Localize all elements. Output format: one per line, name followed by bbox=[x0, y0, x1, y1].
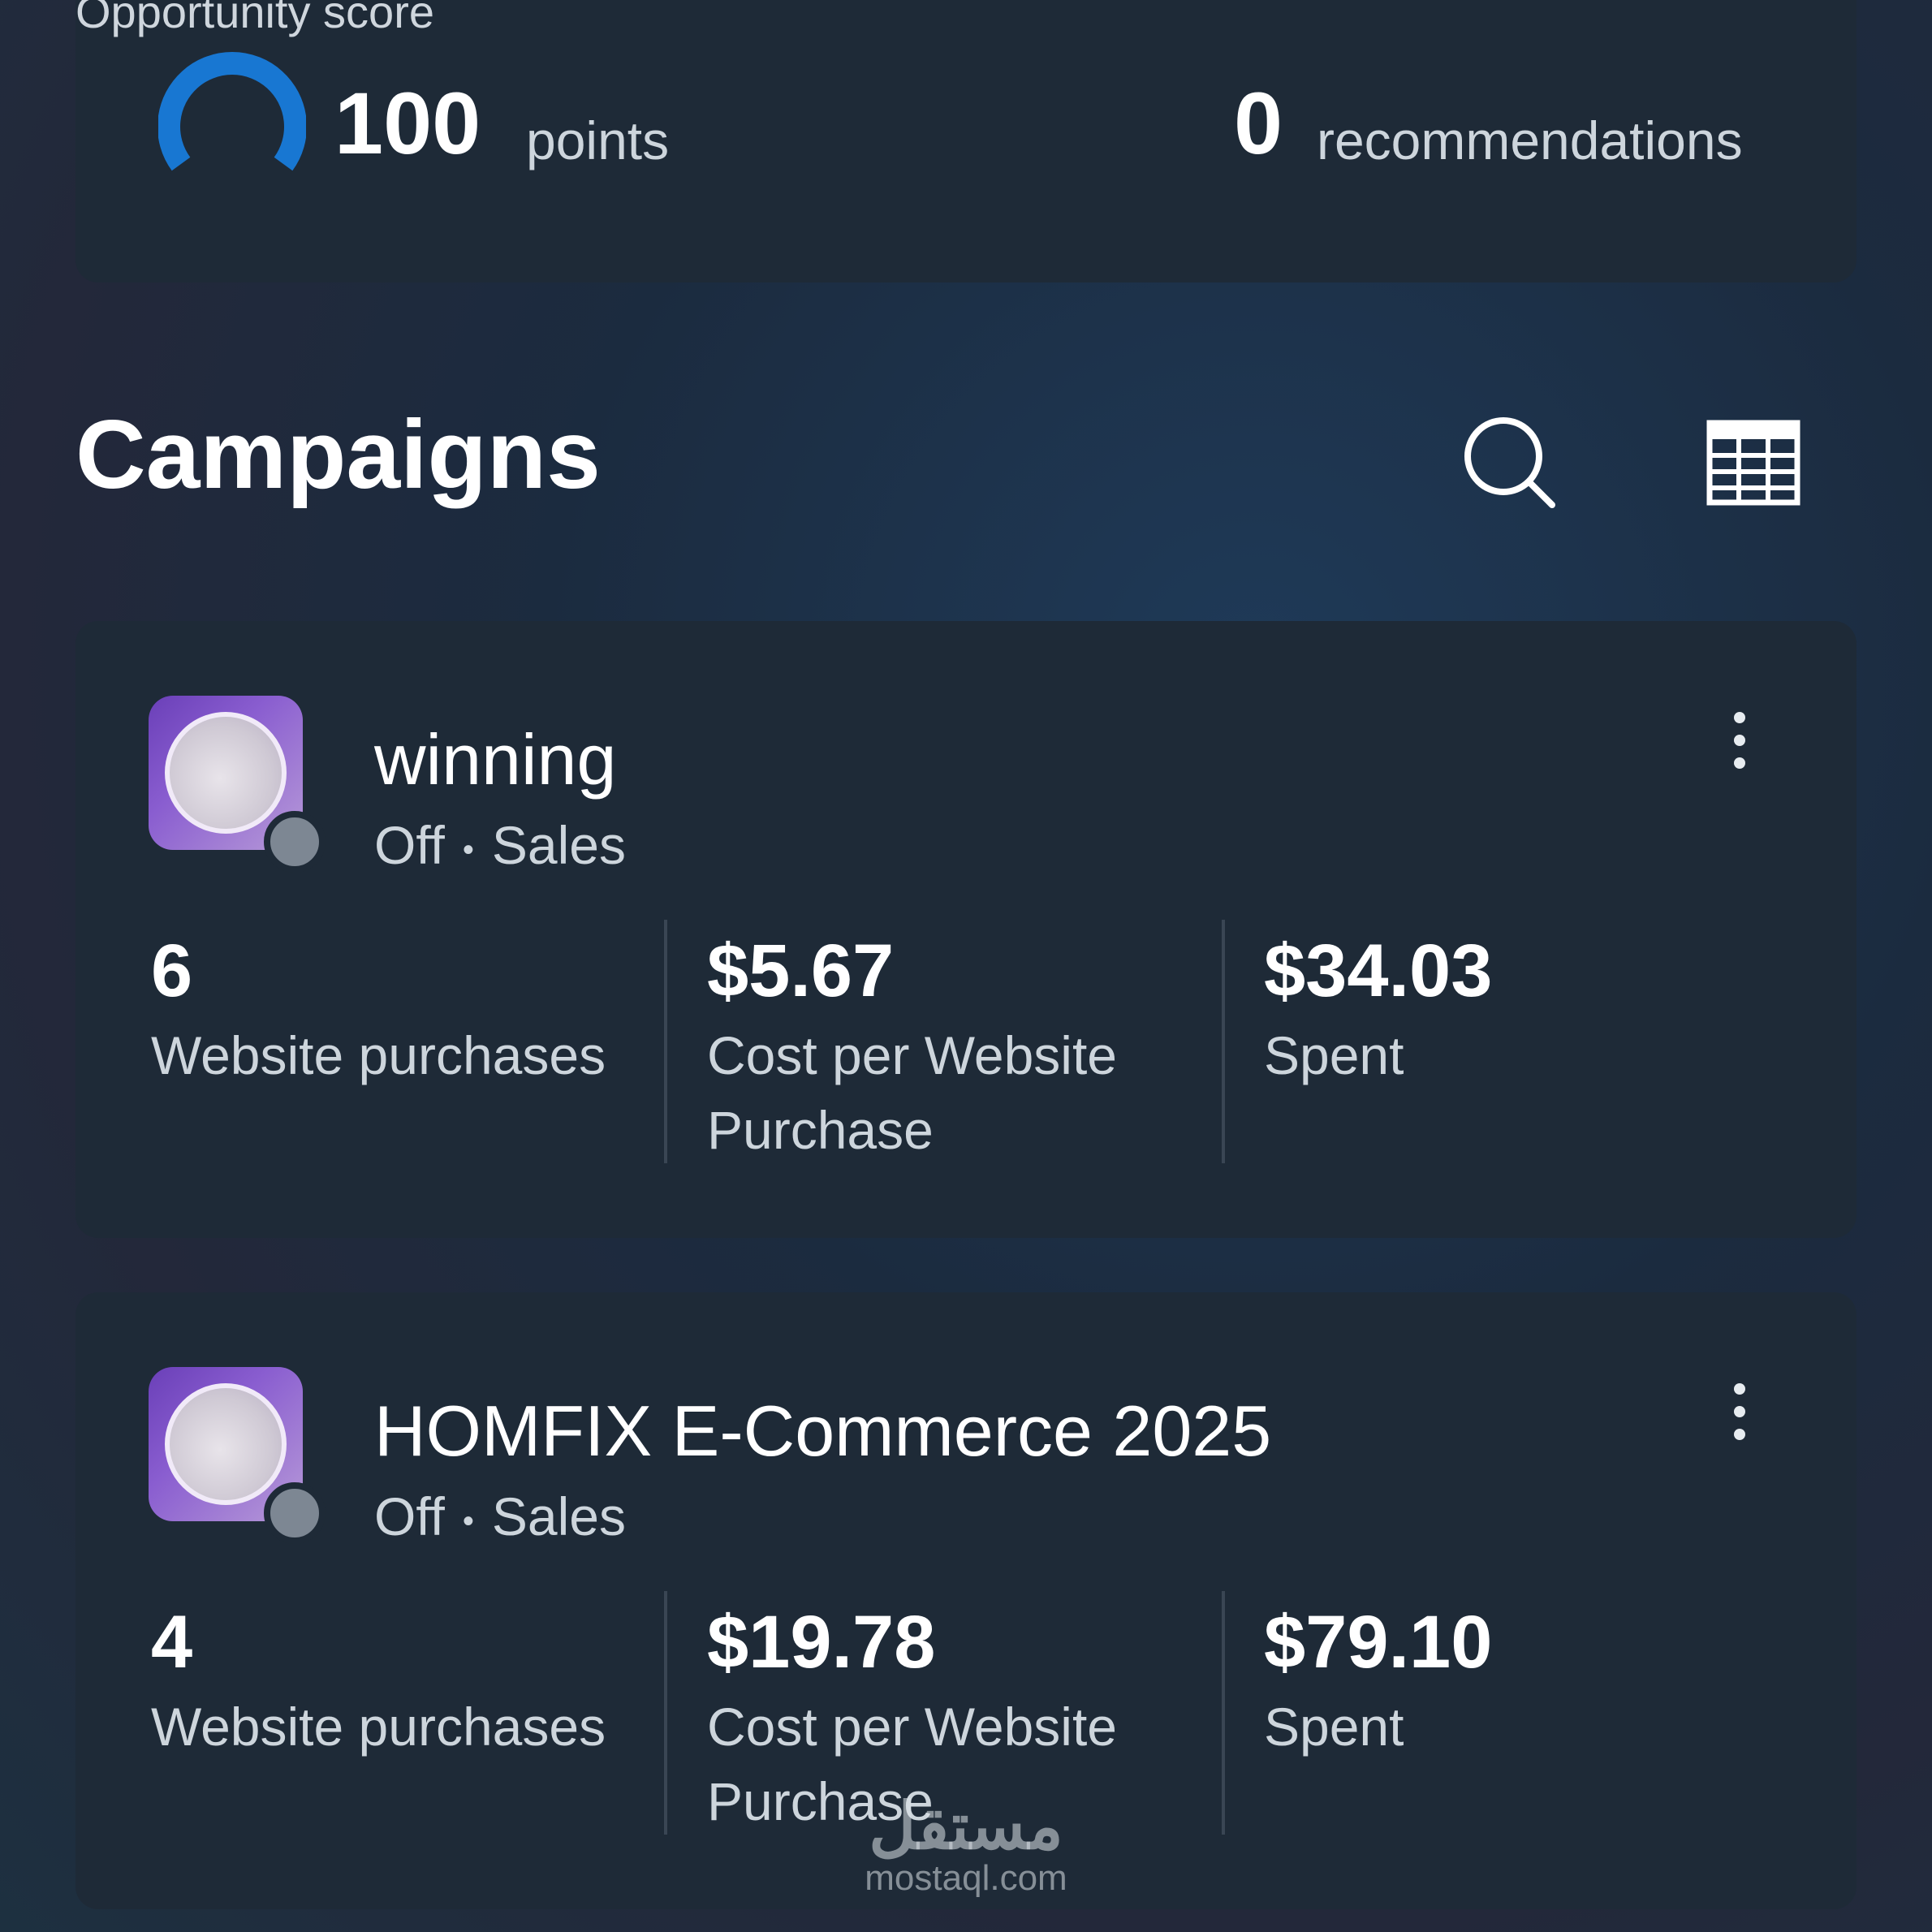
opportunity-score-label: Opportunity score bbox=[75, 0, 434, 37]
metric-cost-per-purchase: $5.67 Cost per Website Purchase bbox=[707, 934, 1194, 1167]
metric-website-purchases: 6 Website purchases bbox=[151, 934, 671, 1093]
metric-value: 4 bbox=[151, 1601, 193, 1684]
metric-value: $79.10 bbox=[1264, 1601, 1493, 1684]
metric-label: Cost per Website Purchase bbox=[707, 1025, 1117, 1160]
metric-label: Spent bbox=[1264, 1697, 1404, 1757]
metric-label: Spent bbox=[1264, 1025, 1404, 1085]
status-indicator bbox=[264, 811, 326, 873]
metric-value: $5.67 bbox=[707, 929, 895, 1012]
metric-spent: $34.03 Spent bbox=[1264, 934, 1783, 1093]
campaign-status: Off bbox=[374, 1486, 445, 1546]
metric-value: $34.03 bbox=[1264, 929, 1493, 1012]
watermark-logo: مستقل bbox=[869, 1790, 1063, 1862]
recommendations-count: 0 bbox=[1234, 74, 1283, 172]
gauge-icon bbox=[158, 52, 306, 171]
campaign-status-line: Off • Sales bbox=[374, 1486, 626, 1546]
table-view-icon[interactable] bbox=[1705, 418, 1802, 507]
search-icon[interactable] bbox=[1461, 414, 1559, 511]
recommendations-label: recommendations bbox=[1317, 110, 1743, 170]
campaign-card[interactable]: winning Off • Sales 6 Website purchases $5… bbox=[75, 621, 1857, 1238]
metric-spent: $79.10 Spent bbox=[1264, 1605, 1783, 1764]
status-indicator bbox=[264, 1482, 326, 1544]
divider bbox=[1222, 920, 1225, 1163]
campaign-objective: Sales bbox=[491, 1486, 626, 1546]
metric-label: Website purchases bbox=[151, 1025, 606, 1085]
score-points-value: 100 bbox=[334, 74, 481, 172]
more-options-button[interactable] bbox=[1715, 1383, 1764, 1464]
watermark: مستقل mostaql.com bbox=[844, 1794, 1088, 1898]
metric-label: Website purchases bbox=[151, 1697, 606, 1757]
divider bbox=[1222, 1591, 1225, 1835]
divider bbox=[664, 1591, 667, 1835]
campaign-name[interactable]: HOMFIX E-Commerce 2025 bbox=[374, 1395, 1271, 1467]
campaign-status: Off bbox=[374, 815, 445, 875]
watermark-url: mostaql.com bbox=[865, 1858, 1067, 1898]
campaign-name[interactable]: winning bbox=[374, 724, 616, 796]
metric-website-purchases: 4 Website purchases bbox=[151, 1605, 671, 1764]
campaign-status-line: Off • Sales bbox=[374, 815, 626, 875]
campaign-thumbnail bbox=[149, 696, 326, 873]
campaign-objective: Sales bbox=[491, 815, 626, 875]
campaigns-heading: Campaigns bbox=[75, 400, 601, 509]
divider bbox=[664, 920, 667, 1163]
campaign-thumbnail bbox=[149, 1367, 326, 1544]
score-points-label: points bbox=[526, 110, 670, 170]
more-options-button[interactable] bbox=[1715, 712, 1764, 793]
metric-value: $19.78 bbox=[707, 1601, 936, 1684]
metric-value: 6 bbox=[151, 929, 193, 1012]
